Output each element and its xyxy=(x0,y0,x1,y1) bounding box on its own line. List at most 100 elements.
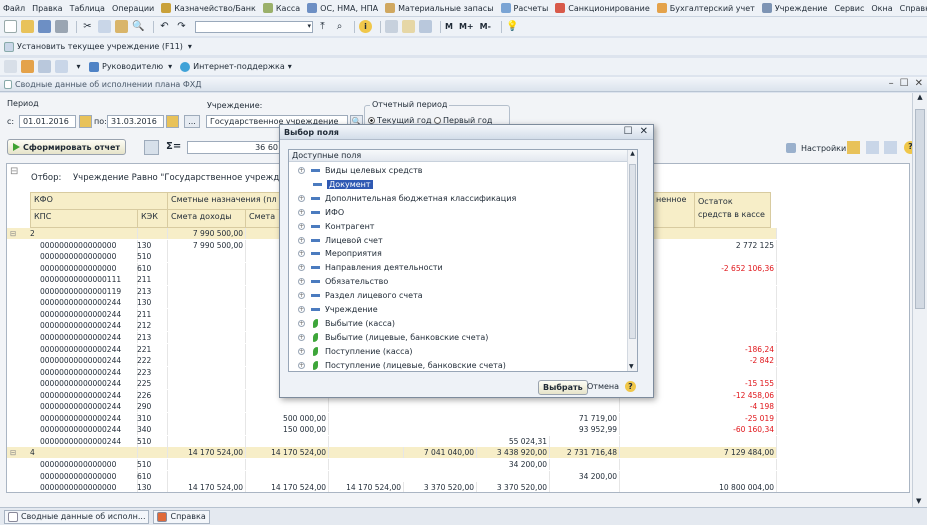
table-row[interactable]: 0000000000000000 610 34 200,00 xyxy=(7,470,777,482)
grid-icon[interactable] xyxy=(38,60,51,73)
menu-item-10[interactable]: Бухгалтерский учет xyxy=(656,3,755,13)
collapse-marker[interactable]: ⊟ xyxy=(10,447,16,458)
memory-plus-button[interactable]: M+ xyxy=(459,22,474,31)
generate-report-button[interactable]: Сформировать отчет xyxy=(7,139,127,155)
field-item[interactable]: + Поступление (лицевые, банковские счета) xyxy=(289,359,624,372)
chevron-down-icon[interactable]: ▾ xyxy=(288,62,292,71)
field-item[interactable]: + Обязательство xyxy=(289,275,624,288)
field-item[interactable]: + Учреждение xyxy=(289,303,624,316)
info-icon[interactable]: i xyxy=(359,20,372,33)
calendar-to-icon[interactable] xyxy=(166,115,179,128)
table-icon[interactable] xyxy=(55,60,68,73)
menu-item-13[interactable]: Окна xyxy=(871,4,892,13)
settings-button[interactable]: Настройки xyxy=(786,143,846,153)
date-to-field[interactable]: 31.03.2016 xyxy=(107,115,164,128)
group-row[interactable]: ⊟ 4 14 170 524,00 14 170 524,00 7 041 040,00… xyxy=(7,447,777,459)
search-icon[interactable]: ⌕ xyxy=(333,20,346,33)
internet-support-button[interactable]: Интернет-поддержка xyxy=(193,62,285,71)
field-item[interactable]: + Поступление (касса) xyxy=(289,345,624,358)
menu-item-5[interactable]: Касса xyxy=(262,3,300,13)
cancel-button[interactable]: Отмена xyxy=(587,382,619,391)
find-icon[interactable]: 🔍 xyxy=(132,20,145,33)
table-icon[interactable] xyxy=(419,20,432,33)
menu-item-6[interactable]: ОС, НМА, НПА xyxy=(307,3,378,13)
table-row[interactable]: 00000000000000244 290 -4 198 xyxy=(7,401,777,413)
menu-item-9[interactable]: Санкционирование xyxy=(555,3,650,13)
save-icon[interactable] xyxy=(38,20,51,33)
dialog-maximize-icon[interactable]: ☐ xyxy=(624,126,633,137)
scroll-up-icon[interactable]: ▲ xyxy=(628,150,637,157)
menu-item-14[interactable]: Справка xyxy=(900,4,927,13)
table-row[interactable]: 0000000000000000 130 14 170 524,00 14 170 5… xyxy=(7,482,777,492)
table-row[interactable]: 0000000000000000 510 34 200,00 xyxy=(7,459,777,470)
memory-minus-button[interactable]: M- xyxy=(480,22,491,31)
calculator-icon[interactable] xyxy=(385,20,398,33)
expand-icon[interactable]: + xyxy=(298,292,305,300)
undo-icon[interactable]: ↶ xyxy=(158,20,171,33)
printer-icon[interactable] xyxy=(144,140,159,155)
help-icon[interactable]: ? xyxy=(625,381,636,392)
menu-item-12[interactable]: Сервис xyxy=(834,4,864,13)
chevron-down-icon[interactable]: ▾ xyxy=(188,42,192,51)
menu-item-11[interactable]: Учреждение xyxy=(761,3,827,13)
expand-icon[interactable]: + xyxy=(298,333,305,341)
scroll-up-icon[interactable]: ▲ xyxy=(913,93,927,101)
expand-icon[interactable]: + xyxy=(298,236,305,244)
maximize-icon[interactable]: ☐ xyxy=(900,78,909,89)
field-item[interactable]: + Раздел лицевого счета xyxy=(289,289,624,302)
to-manager-button[interactable]: Руководителю xyxy=(102,62,163,71)
menu-item-2[interactable]: Таблица xyxy=(70,4,105,13)
folder-icon[interactable] xyxy=(847,141,860,154)
close-icon[interactable]: ✕ xyxy=(915,78,923,89)
expand-icon[interactable]: + xyxy=(298,250,305,258)
redo-icon[interactable]: ↷ xyxy=(175,20,188,33)
scroll-thumb[interactable] xyxy=(629,164,636,339)
menu-item-4[interactable]: Казначейство/Банк xyxy=(161,3,256,13)
field-item[interactable]: + Дополнительная бюджетная классификация xyxy=(289,192,624,205)
field-item[interactable]: + Контрагент xyxy=(289,220,624,233)
calendar-from-icon[interactable] xyxy=(79,115,92,128)
period-select-button[interactable]: ... xyxy=(184,115,200,128)
scroll-down-icon[interactable]: ▼ xyxy=(629,363,634,370)
menu-item-7[interactable]: Материальные запасы xyxy=(385,3,494,13)
export-icon[interactable] xyxy=(884,141,897,154)
expand-icon[interactable]: + xyxy=(298,194,305,202)
scroll-thumb[interactable] xyxy=(915,109,925,309)
memory-button[interactable]: M xyxy=(445,22,453,31)
expand-icon[interactable]: + xyxy=(298,208,305,216)
taskbar-item[interactable]: Справка xyxy=(153,509,210,524)
select-button[interactable]: Выбрать xyxy=(538,380,588,395)
expand-icon[interactable]: + xyxy=(298,319,305,327)
collapse-marker[interactable]: ⊟ xyxy=(10,166,18,177)
save-settings-icon[interactable] xyxy=(866,141,879,154)
expand-icon[interactable]: + xyxy=(298,306,305,313)
expand-icon[interactable]: + xyxy=(298,347,305,355)
expand-icon[interactable]: + xyxy=(298,264,305,272)
menu-item-0[interactable]: Файл xyxy=(3,4,25,13)
vertical-scrollbar[interactable]: ▲ ▼ xyxy=(912,93,927,507)
field-item[interactable]: + Мероприятия xyxy=(289,247,624,260)
dialog-close-icon[interactable]: ✕ xyxy=(640,126,648,137)
collapse-marker[interactable]: ⊟ xyxy=(10,228,16,239)
calendar-icon[interactable] xyxy=(402,20,415,33)
report-icon[interactable] xyxy=(4,60,17,73)
search-prev-icon[interactable]: ⤒ xyxy=(316,20,329,33)
lamp-icon[interactable]: 💡 xyxy=(506,20,519,33)
expand-icon[interactable]: + xyxy=(298,222,305,230)
print-icon[interactable] xyxy=(55,20,68,33)
field-item[interactable]: Документ xyxy=(289,178,624,191)
search-input[interactable]: ▾ xyxy=(195,20,313,33)
chevron-down-icon[interactable]: ▾ xyxy=(72,60,85,73)
radio-selected-icon[interactable] xyxy=(368,117,375,124)
field-item[interactable]: + Направления деятельности xyxy=(289,261,624,274)
copy-icon[interactable] xyxy=(98,20,111,33)
expand-icon[interactable]: + xyxy=(298,361,305,369)
field-list-scrollbar[interactable]: ▲ ▼ xyxy=(627,150,637,371)
chart-icon[interactable] xyxy=(21,60,34,73)
field-item[interactable]: + Виды целевых средств xyxy=(289,164,624,177)
chevron-down-icon[interactable]: ▾ xyxy=(168,62,172,71)
radio-icon[interactable] xyxy=(434,117,441,124)
menu-item-3[interactable]: Операции xyxy=(112,4,154,13)
cut-icon[interactable]: ✂ xyxy=(81,20,94,33)
table-row[interactable]: 00000000000000244 510 55 024,31 xyxy=(7,435,777,447)
